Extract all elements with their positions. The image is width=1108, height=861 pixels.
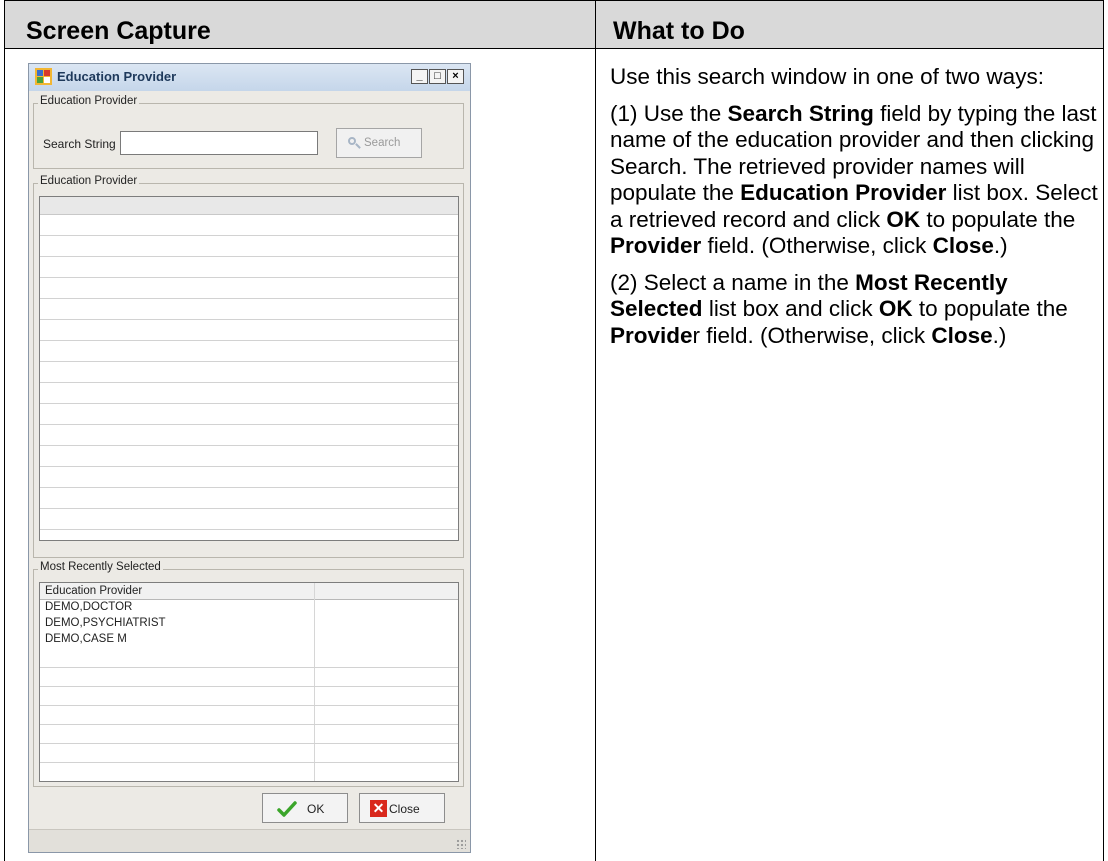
check-icon xyxy=(277,801,297,817)
education-provider-dialog: Education Provider _ □ × Education Provi… xyxy=(28,63,471,853)
list-line xyxy=(40,762,458,763)
list-line xyxy=(40,466,458,467)
list-line xyxy=(40,403,458,404)
table-border-top xyxy=(4,0,1104,1)
column-header-education-provider[interactable]: Education Provider xyxy=(45,585,142,597)
search-button[interactable]: Search xyxy=(336,128,422,158)
list-line xyxy=(40,705,458,706)
close-icon[interactable]: × xyxy=(447,69,464,84)
search-button-label: Search xyxy=(364,137,401,149)
table-border-right xyxy=(1103,0,1104,861)
list-line xyxy=(40,382,458,383)
red-x-icon: ✕ xyxy=(370,800,387,817)
list-line xyxy=(40,424,458,425)
table-row[interactable]: DEMO,CASE M xyxy=(40,632,458,648)
table-border-middle xyxy=(595,0,596,861)
search-group-label: Education Provider xyxy=(38,95,140,107)
list-line xyxy=(40,724,458,725)
list-line xyxy=(40,319,458,320)
search-string-label: Search String xyxy=(43,137,116,151)
column-header-screen-capture: Screen Capture xyxy=(4,0,595,48)
minimize-icon[interactable]: _ xyxy=(411,69,428,84)
close-button-label: Close xyxy=(389,802,420,816)
results-group-label: Education Provider xyxy=(38,175,140,187)
results-group: Education Provider xyxy=(33,175,464,558)
close-button[interactable]: ✕ Close xyxy=(359,793,445,823)
most-recent-group-label: Most Recently Selected xyxy=(38,561,163,573)
resize-grip-icon[interactable] xyxy=(456,839,466,849)
list-line xyxy=(40,743,458,744)
row-name: DEMO,PSYCHIATRIST xyxy=(45,617,166,629)
search-group: Education Provider Search String Search xyxy=(33,95,464,169)
list-line xyxy=(40,529,458,530)
list-line xyxy=(40,256,458,257)
document-table: Screen Capture What to Do Use this searc… xyxy=(0,0,1108,861)
list-line xyxy=(40,686,458,687)
table-row[interactable]: DEMO,DOCTOR xyxy=(40,600,458,616)
most-recent-group: Most Recently Selected Education Provide… xyxy=(33,561,464,787)
ok-button[interactable]: OK xyxy=(262,793,348,823)
list-line xyxy=(40,235,458,236)
table-border-header xyxy=(4,48,1104,49)
column-header-row: Education Provider xyxy=(40,583,458,600)
search-string-input[interactable] xyxy=(120,131,318,155)
most-recent-listview[interactable]: Education Provider DEMO,DOCTOR DEMO,PSYC… xyxy=(39,582,459,782)
instruction-step-1: (1) Use the Search String field by typin… xyxy=(610,100,1098,259)
instruction-step-2: (2) Select a name in the Most Recently S… xyxy=(610,269,1068,348)
column-header-what-to-do: What to Do xyxy=(595,0,1104,48)
title-bar[interactable]: Education Provider _ □ × xyxy=(29,64,470,91)
app-icon xyxy=(35,68,52,85)
window-controls: _ □ × xyxy=(410,69,464,84)
maximize-icon[interactable]: □ xyxy=(429,69,446,84)
status-bar xyxy=(29,829,470,852)
education-provider-listbox[interactable] xyxy=(39,196,459,541)
list-line xyxy=(40,445,458,446)
listbox-header-row xyxy=(40,197,458,215)
magnifier-handle xyxy=(355,143,361,149)
row-name: DEMO,DOCTOR xyxy=(45,601,133,613)
list-line xyxy=(40,340,458,341)
window-title: Education Provider xyxy=(57,69,177,84)
list-line xyxy=(40,277,458,278)
instructions: Use this search window in one of two way… xyxy=(610,64,1098,359)
row-name: DEMO,CASE M xyxy=(45,633,127,645)
table-border-left xyxy=(4,0,5,861)
list-line xyxy=(40,667,458,668)
instruction-intro: Use this search window in one of two way… xyxy=(610,64,1044,89)
table-row[interactable]: DEMO,PSYCHIATRIST xyxy=(40,616,458,632)
list-line xyxy=(40,298,458,299)
ok-button-label: OK xyxy=(307,802,325,816)
list-line xyxy=(40,361,458,362)
list-line xyxy=(40,508,458,509)
list-line xyxy=(40,487,458,488)
